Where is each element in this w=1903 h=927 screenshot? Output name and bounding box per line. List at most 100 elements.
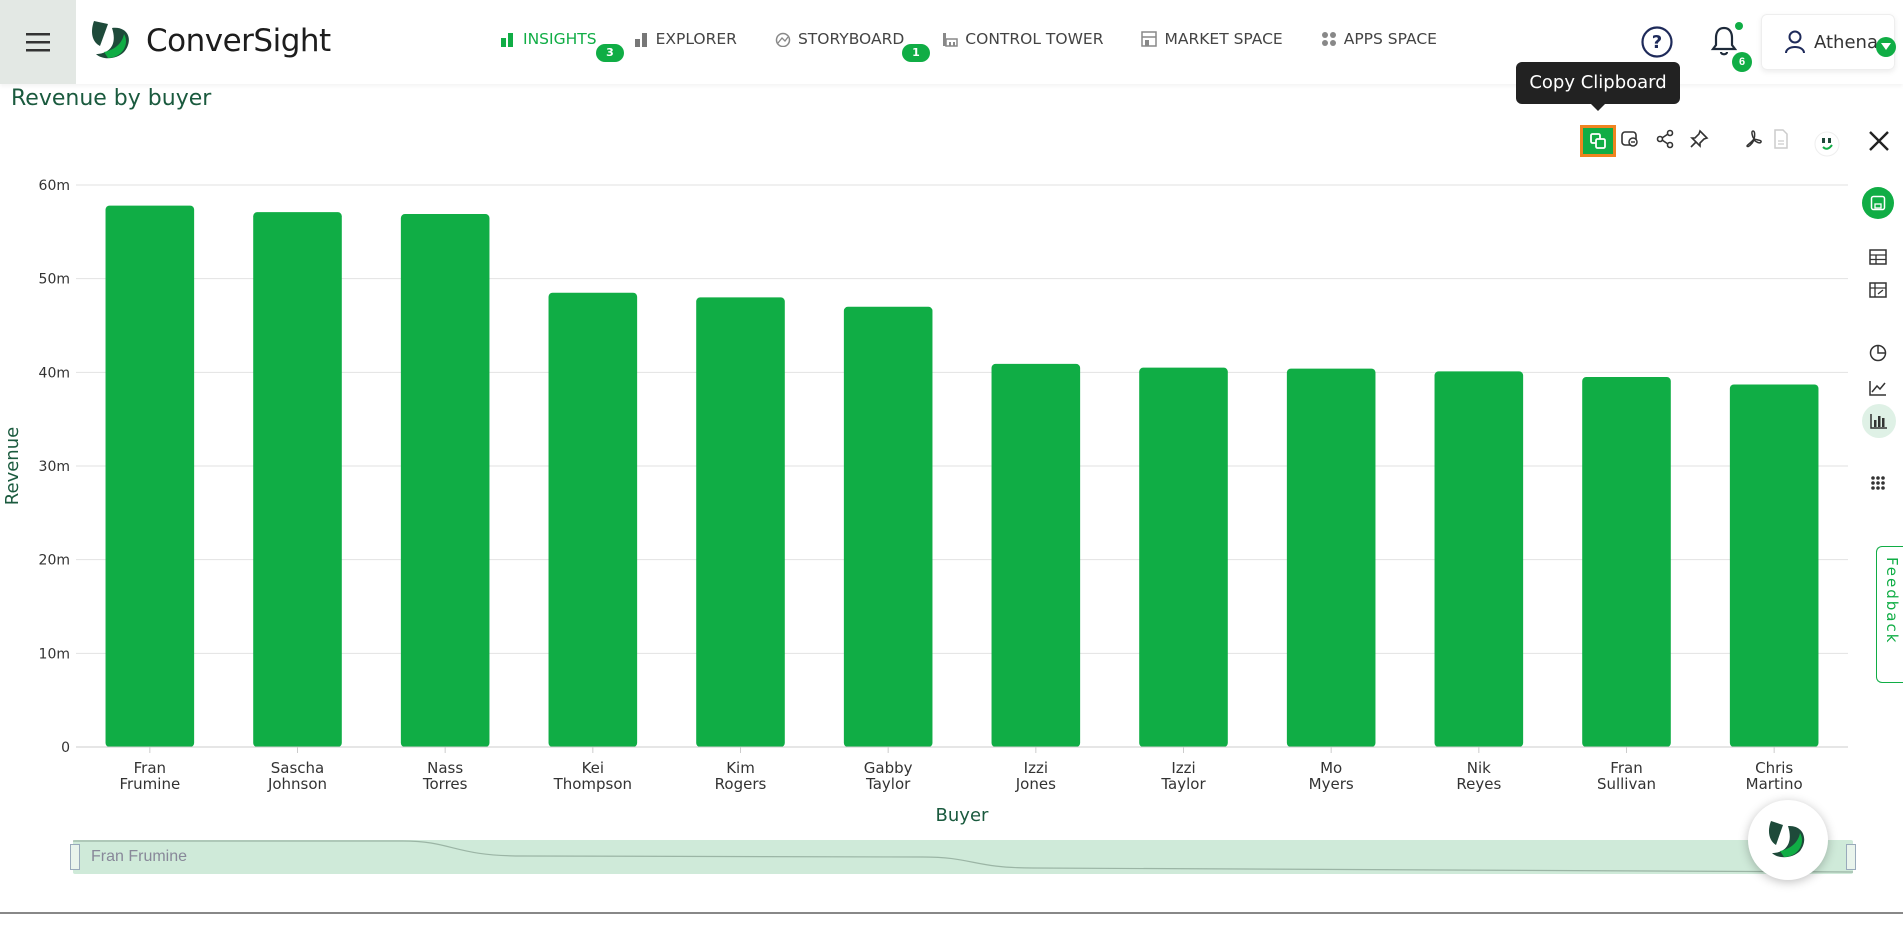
storyboard-badge: 1 <box>901 44 930 62</box>
more-options-button[interactable] <box>1864 469 1892 497</box>
y-tick-label: 30m <box>39 459 70 475</box>
x-tick-label: Jones <box>1015 775 1056 793</box>
help-icon: ? <box>1641 26 1673 58</box>
hamburger-icon <box>26 33 50 52</box>
conversight-logo[interactable]: ConverSight <box>88 18 331 64</box>
x-tick-label: Torres <box>422 775 468 793</box>
export-document-button[interactable] <box>1767 125 1795 153</box>
notifications-button[interactable]: 6 <box>1710 22 1752 72</box>
share-icon <box>1656 129 1674 149</box>
main-nav: INSIGHTS 3 EXPLORER STORYBOARD 1 CONTROL… <box>500 30 1475 62</box>
bar-chart-button[interactable] <box>1862 404 1896 438</box>
y-tick-label: 20m <box>39 553 70 569</box>
conversight-logo-icon <box>92 21 129 59</box>
bar <box>1729 384 1819 747</box>
slider-handle-left[interactable] <box>70 844 80 870</box>
revenue-bar-chart: 010m20m30m40m50m60mFranFrumineSaschaJohn… <box>2 178 1848 826</box>
nav-market-space-label: MARKET SPACE <box>1164 30 1283 48</box>
user-dropdown-caret[interactable] <box>1876 37 1896 57</box>
bar <box>696 297 785 747</box>
slider-start-label: Fran Frumine <box>91 848 188 865</box>
bar <box>1139 367 1228 747</box>
user-menu[interactable]: Athena <box>1761 14 1896 70</box>
nav-explorer-label: EXPLORER <box>655 30 737 48</box>
pivot-view-button[interactable] <box>1864 276 1892 304</box>
export-image-button[interactable] <box>1616 125 1644 153</box>
y-tick-label: 60m <box>39 178 70 194</box>
help-button[interactable]: ? <box>1640 25 1674 64</box>
bar <box>548 292 638 747</box>
notification-dot <box>1735 22 1743 30</box>
x-tick-label: Martino <box>1746 775 1803 793</box>
y-tick-label: 0 <box>61 740 70 756</box>
line-chart-icon <box>1869 381 1886 396</box>
nav-apps-space[interactable]: APPS SPACE <box>1321 30 1437 48</box>
chevron-down-icon <box>1881 43 1891 50</box>
nav-control-tower[interactable]: CONTROL TOWER <box>942 30 1103 48</box>
feedback-tab[interactable]: Feedback <box>1876 546 1903 683</box>
x-tick-label: Taylor <box>1160 775 1206 793</box>
x-tick-label: Sullivan <box>1597 775 1656 793</box>
bar <box>105 205 195 747</box>
apps-icon <box>1321 31 1337 47</box>
control-tower-icon <box>942 31 959 47</box>
notification-count: 6 <box>1732 52 1752 72</box>
bar <box>991 363 1081 747</box>
nav-insights[interactable]: INSIGHTS 3 <box>500 30 624 62</box>
feedback-label: Feedback <box>1883 557 1901 645</box>
market-icon <box>1141 31 1158 47</box>
pin-button[interactable] <box>1685 125 1713 153</box>
nav-explorer[interactable]: EXPLORER <box>634 30 737 48</box>
page-title: Revenue by buyer <box>11 86 212 111</box>
nav-storyboard[interactable]: STORYBOARD 1 <box>775 30 930 62</box>
close-button[interactable] <box>1866 128 1892 159</box>
table-icon <box>1869 249 1887 265</box>
hamburger-menu-button[interactable] <box>0 0 76 84</box>
bar <box>1286 368 1376 747</box>
export-pdf-button[interactable] <box>1740 125 1768 153</box>
x-axis-title: Buyer <box>936 805 989 826</box>
assistant-mini-button[interactable] <box>1813 130 1841 158</box>
pdf-icon <box>1746 130 1762 148</box>
copy-clipboard-button[interactable] <box>1580 125 1616 157</box>
save-button[interactable] <box>1862 187 1894 219</box>
y-axis-title: Revenue <box>2 427 23 505</box>
nav-apps-space-label: APPS SPACE <box>1343 30 1437 48</box>
x-tick-label: Thompson <box>553 775 632 793</box>
slider-trend-line <box>73 840 1853 873</box>
share-button[interactable] <box>1651 125 1679 153</box>
x-tick-label: Frumine <box>119 775 180 793</box>
assistant-face-icon <box>1814 131 1840 157</box>
range-slider[interactable]: Fran Frumine Ch <box>70 840 1856 874</box>
pie-chart-icon <box>1869 344 1887 362</box>
bottom-divider <box>0 912 1903 914</box>
svg-text:?: ? <box>1652 32 1662 53</box>
nav-storyboard-label: STORYBOARD <box>797 30 905 48</box>
nav-insights-label: INSIGHTS <box>523 30 597 48</box>
bar <box>843 306 933 747</box>
copy-clipboard-tooltip: Copy Clipboard <box>1516 62 1680 111</box>
slider-handle-right[interactable] <box>1846 844 1856 870</box>
bar <box>1434 371 1524 747</box>
bar <box>1582 377 1671 747</box>
table-view-button[interactable] <box>1864 243 1892 271</box>
assistant-chat-button[interactable] <box>1748 800 1828 880</box>
grid-dots-icon <box>1871 476 1885 490</box>
storyboard-icon <box>775 31 791 47</box>
explorer-icon <box>634 31 649 47</box>
x-tick-label: Johnson <box>267 775 327 793</box>
bell-icon <box>1710 26 1738 56</box>
app-name: ConverSight <box>146 23 331 59</box>
x-tick-label: Rogers <box>715 775 767 793</box>
bar <box>400 214 490 747</box>
nav-market-space[interactable]: MARKET SPACE <box>1141 30 1283 48</box>
line-chart-button[interactable] <box>1864 374 1892 402</box>
pivot-table-icon <box>1869 282 1887 298</box>
pie-chart-button[interactable] <box>1864 339 1892 367</box>
save-icon <box>1870 195 1886 211</box>
copy-icon <box>1590 133 1606 149</box>
bar <box>253 212 342 747</box>
nav-control-tower-label: CONTROL TOWER <box>965 30 1104 48</box>
bar-chart-icon <box>500 31 516 47</box>
user-icon <box>1785 30 1805 54</box>
